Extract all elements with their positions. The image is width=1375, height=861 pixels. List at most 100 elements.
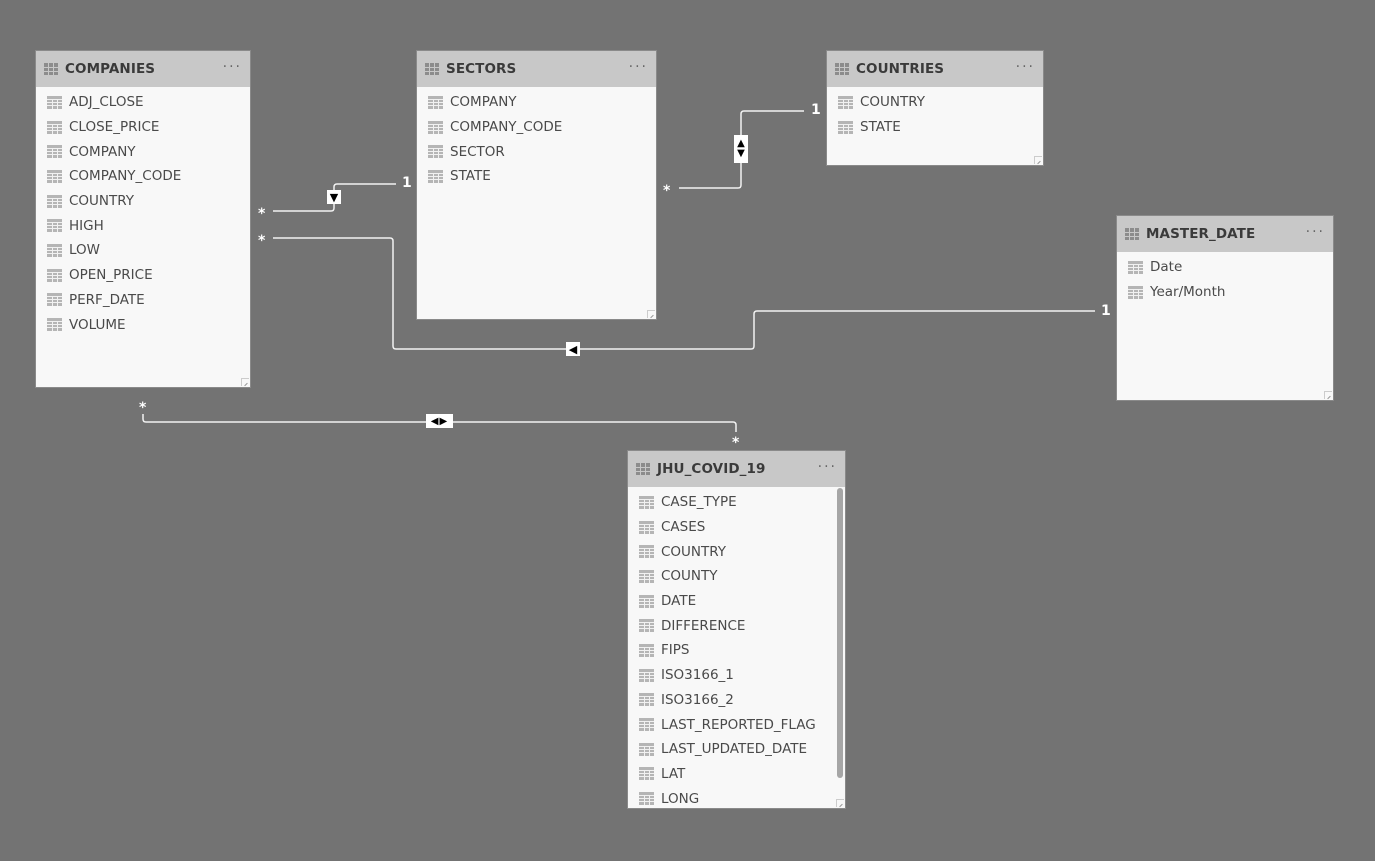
direction-glyph: ▼ [329, 190, 339, 204]
column-icon [639, 495, 654, 509]
field-item[interactable]: CASE_TYPE [628, 490, 845, 515]
resize-handle[interactable] [836, 799, 844, 807]
field-label: ISO3166_1 [661, 667, 734, 684]
field-item[interactable]: OPEN_PRICE [36, 263, 250, 288]
column-icon [639, 792, 654, 806]
field-label: SECTOR [450, 143, 505, 160]
field-item[interactable]: LAT [628, 762, 845, 787]
cardinality-one-master-date: 1 [1101, 303, 1111, 319]
cross-filter-left-arrow-icon[interactable]: ◀ [566, 342, 580, 356]
field-item[interactable]: HIGH [36, 213, 250, 238]
column-icon [639, 767, 654, 781]
column-icon [639, 619, 654, 633]
field-item[interactable]: DIFFERENCE [628, 613, 845, 638]
table-icon [835, 63, 849, 75]
more-options-button[interactable]: ··· [818, 460, 837, 474]
field-label: VOLUME [69, 316, 126, 333]
field-label: CASE_TYPE [661, 494, 737, 511]
field-item[interactable]: LONG [628, 786, 845, 808]
field-item[interactable]: LAST_REPORTED_FLAG [628, 712, 845, 737]
field-label: COMPANY_CODE [69, 168, 182, 185]
resize-handle[interactable] [1034, 156, 1042, 164]
resize-handle[interactable] [241, 378, 249, 386]
table-header[interactable]: COMPANIES ··· [36, 51, 250, 87]
table-card-jhu-covid-19[interactable]: JHU_COVID_19 ··· CASE_TYPE CASES COUNTRY… [628, 451, 845, 808]
direction-glyph: ▲▼ [737, 138, 745, 159]
field-list: COMPANY COMPANY_CODE SECTOR STATE [417, 87, 656, 189]
field-item[interactable]: COUNTRY [628, 539, 845, 564]
table-card-countries[interactable]: COUNTRIES ··· COUNTRY STATE [827, 51, 1043, 165]
column-icon [47, 268, 62, 282]
resize-handle[interactable] [647, 310, 655, 318]
table-header[interactable]: SECTORS ··· [417, 51, 656, 87]
column-icon [47, 194, 62, 208]
field-label: LOW [69, 242, 101, 259]
field-item[interactable]: CASES [628, 515, 845, 540]
field-item[interactable]: SECTOR [417, 139, 656, 164]
resize-handle[interactable] [1324, 391, 1332, 399]
field-item[interactable]: ADJ_CLOSE [36, 90, 250, 115]
table-card-sectors[interactable]: SECTORS ··· COMPANY COMPANY_CODE SECTOR … [417, 51, 656, 319]
field-label: COMPANY [69, 143, 136, 160]
field-item[interactable]: Date [1117, 255, 1333, 280]
field-label: COMPANY [450, 94, 517, 111]
field-item[interactable]: COUNTY [628, 564, 845, 589]
field-label: COUNTY [661, 568, 718, 585]
field-list: CASE_TYPE CASES COUNTRY COUNTY DATE DIFF… [628, 487, 845, 808]
field-label: Date [1150, 259, 1183, 276]
column-icon [428, 169, 443, 183]
field-item[interactable]: VOLUME [36, 312, 250, 337]
field-item[interactable]: STATE [827, 115, 1043, 140]
field-item[interactable]: ISO3166_2 [628, 688, 845, 713]
field-item[interactable]: LAST_UPDATED_DATE [628, 737, 845, 762]
field-item[interactable]: COMPANY [417, 90, 656, 115]
field-list: ADJ_CLOSE CLOSE_PRICE COMPANY COMPANY_CO… [36, 87, 250, 337]
field-item[interactable]: Year/Month [1117, 280, 1333, 305]
relationship-line-companies-master-date[interactable] [273, 237, 1095, 350]
more-options-button[interactable]: ··· [1016, 60, 1035, 74]
field-item[interactable]: ISO3166_1 [628, 663, 845, 688]
table-icon [1125, 228, 1139, 240]
table-header[interactable]: JHU_COVID_19 ··· [628, 451, 845, 487]
field-item[interactable]: PERF_DATE [36, 288, 250, 313]
column-icon [639, 742, 654, 756]
cross-filter-both-updown-arrows-icon[interactable]: ▲▼ [734, 135, 748, 163]
more-options-button[interactable]: ··· [1306, 225, 1325, 239]
more-options-button[interactable]: ··· [223, 60, 242, 74]
table-header[interactable]: MASTER_DATE ··· [1117, 216, 1333, 252]
field-item[interactable]: DATE [628, 589, 845, 614]
field-label: STATE [860, 119, 901, 136]
cross-filter-down-arrow-icon[interactable]: ▼ [327, 190, 341, 204]
column-icon [639, 693, 654, 707]
field-label: CASES [661, 519, 706, 536]
column-icon [639, 718, 654, 732]
field-item[interactable]: FIPS [628, 638, 845, 663]
field-item[interactable]: COMPANY_CODE [417, 115, 656, 140]
field-item[interactable]: COUNTRY [827, 90, 1043, 115]
column-icon [838, 120, 853, 134]
field-label: DIFFERENCE [661, 617, 746, 634]
table-card-companies[interactable]: COMPANIES ··· ADJ_CLOSE CLOSE_PRICE COMP… [36, 51, 250, 387]
column-icon [428, 145, 443, 159]
field-item[interactable]: CLOSE_PRICE [36, 115, 250, 140]
field-item[interactable]: COUNTRY [36, 189, 250, 214]
cardinality-many-sectors-countries: * [663, 183, 671, 199]
table-icon [44, 63, 58, 75]
model-diagram-canvas[interactable]: COMPANIES ··· ADJ_CLOSE CLOSE_PRICE COMP… [0, 0, 1375, 861]
cardinality-one-sectors: 1 [402, 175, 412, 191]
table-icon [425, 63, 439, 75]
field-label: LONG [661, 790, 700, 807]
table-card-master-date[interactable]: MASTER_DATE ··· Date Year/Month [1117, 216, 1333, 400]
field-item[interactable]: COMPANY [36, 139, 250, 164]
field-item[interactable]: STATE [417, 164, 656, 189]
field-item[interactable]: LOW [36, 238, 250, 263]
cross-filter-both-leftright-arrows-icon[interactable]: ◀▶ [426, 414, 453, 428]
column-icon [1128, 260, 1143, 274]
more-options-button[interactable]: ··· [629, 60, 648, 74]
column-icon [47, 120, 62, 134]
scrollbar[interactable] [837, 488, 843, 778]
field-label: LAST_REPORTED_FLAG [661, 716, 816, 733]
table-title: SECTORS [446, 61, 517, 77]
field-item[interactable]: COMPANY_CODE [36, 164, 250, 189]
table-header[interactable]: COUNTRIES ··· [827, 51, 1043, 87]
